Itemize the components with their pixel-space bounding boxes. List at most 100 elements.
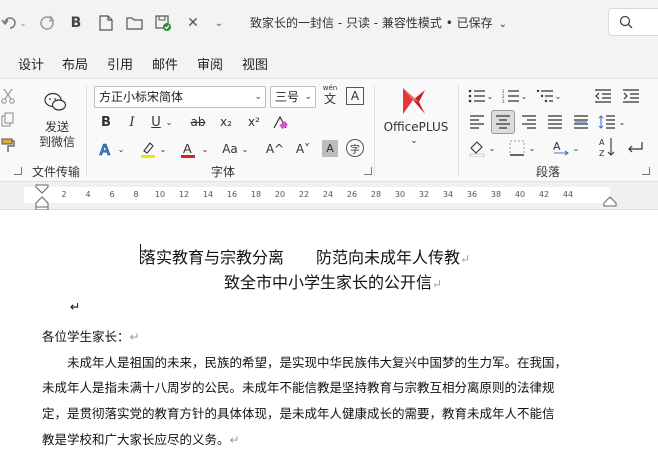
- character-shading-button[interactable]: A: [322, 140, 338, 157]
- tab-layout[interactable]: 布局: [62, 54, 88, 73]
- ruler-tick: 12: [178, 190, 190, 199]
- ruler-tick: 10: [154, 190, 166, 199]
- numbering-dropdown-icon[interactable]: ⌄: [520, 87, 528, 105]
- body-line: 未成年人是指未满十八周岁的公民。未成年不能信教是坚持教育与宗教互相分离原则的法律…: [42, 380, 555, 395]
- chinese-layout-icon[interactable]: A: [550, 137, 572, 159]
- new-document-icon[interactable]: [96, 12, 116, 34]
- font-size-combo[interactable]: 三号 ⌄: [270, 86, 316, 108]
- tab-design[interactable]: 设计: [18, 54, 44, 73]
- highlight-color-icon[interactable]: [138, 139, 158, 159]
- font-color-dropdown-icon[interactable]: ⌄: [200, 139, 210, 159]
- multilevel-list-icon[interactable]: [534, 87, 556, 105]
- bullets-icon[interactable]: [466, 87, 488, 105]
- align-center-icon[interactable]: [491, 110, 515, 134]
- text-effects-icon[interactable]: A: [96, 139, 116, 159]
- text-effects-dropdown-icon[interactable]: ⌄: [116, 139, 126, 159]
- align-right-icon[interactable]: [518, 111, 540, 133]
- ruler-tick: 40: [514, 190, 526, 199]
- customize-toolbar-icon[interactable]: ⌄: [210, 12, 228, 34]
- ruler-tick: 34: [442, 190, 454, 199]
- italic-button[interactable]: I: [124, 113, 140, 131]
- subscript-button[interactable]: x₂: [216, 113, 236, 131]
- shading-icon[interactable]: [466, 137, 488, 159]
- strikethrough-button[interactable]: ab: [188, 113, 208, 131]
- shrink-font-button[interactable]: A˅: [294, 139, 312, 159]
- highlight-dropdown-icon[interactable]: ⌄: [158, 139, 168, 159]
- undo-icon[interactable]: [0, 12, 20, 34]
- grow-font-button[interactable]: A^: [266, 139, 284, 159]
- clear-formatting-icon[interactable]: [270, 113, 290, 133]
- document-page[interactable]: 落实教育与宗教分离 防范向未成年人传教↵ 致全市中小学生家长的公开信↵ ↵ 各位…: [0, 211, 658, 451]
- ruler-tick: 4: [85, 190, 91, 199]
- svg-text:3: 3: [502, 99, 505, 103]
- close-x-icon[interactable]: ✕: [184, 12, 202, 34]
- tab-mailings[interactable]: 邮件: [152, 54, 178, 73]
- send-to-wechat-button[interactable]: 发送 到微信: [32, 119, 82, 151]
- decrease-indent-icon[interactable]: [592, 87, 614, 105]
- align-left-icon[interactable]: [466, 111, 488, 133]
- chinese-layout-dropdown-icon[interactable]: ⌄: [572, 137, 580, 159]
- wechat-icon[interactable]: [44, 91, 68, 113]
- paragraph-launcher-icon[interactable]: [642, 167, 650, 175]
- multilevel-dropdown-icon[interactable]: ⌄: [554, 87, 562, 105]
- paragraph-group-label: 段落: [536, 165, 561, 179]
- line-spacing-icon[interactable]: [596, 111, 618, 133]
- font-color-icon[interactable]: A: [178, 139, 198, 159]
- svg-text:Z: Z: [599, 149, 605, 158]
- superscript-button[interactable]: x²: [244, 113, 264, 131]
- open-folder-icon[interactable]: [124, 12, 146, 34]
- menu-bar: 设计 布局 引用 邮件 审阅 视图: [0, 46, 658, 78]
- title-bar: ⌄ B ✕ ⌄ 致家长的一封信 - 只读 - 兼容性模式 • 已保存 ⌄: [0, 0, 658, 46]
- first-line-indent-marker-icon[interactable]: [34, 184, 50, 210]
- numbering-icon[interactable]: 123: [500, 87, 522, 105]
- save-synced-icon[interactable]: [152, 12, 174, 34]
- sort-icon[interactable]: AZ: [596, 135, 618, 159]
- redo-icon[interactable]: [36, 12, 58, 34]
- officeplus-logo-icon[interactable]: [398, 85, 428, 117]
- enclose-characters-button[interactable]: 字: [346, 139, 364, 157]
- font-name-combo[interactable]: 方正小标宋简体 ⌄: [94, 86, 266, 108]
- cut-icon[interactable]: [0, 87, 16, 105]
- underline-button[interactable]: U: [148, 113, 164, 131]
- bold-quick-button[interactable]: B: [66, 12, 86, 34]
- ruler-tick: 18: [250, 190, 262, 199]
- underline-dropdown-icon[interactable]: ⌄: [164, 113, 174, 131]
- bullets-dropdown-icon[interactable]: ⌄: [486, 87, 494, 105]
- officeplus-dropdown-icon[interactable]: ⌄: [408, 135, 420, 147]
- font-launcher-icon[interactable]: [364, 167, 372, 175]
- officeplus-button[interactable]: OfficePLUS: [380, 119, 452, 135]
- change-case-button[interactable]: Aa: [218, 139, 242, 159]
- justify-icon[interactable]: [544, 111, 566, 133]
- undo-dropdown-icon[interactable]: ⌄: [18, 12, 28, 34]
- clipboard-launcher-icon[interactable]: [14, 167, 22, 175]
- shading-dropdown-icon[interactable]: ⌄: [488, 137, 496, 159]
- right-indent-marker-icon[interactable]: [602, 196, 618, 208]
- document-title[interactable]: 致家长的一封信 - 只读 - 兼容性模式 • 已保存 ⌄: [250, 14, 507, 31]
- pinyin-guide-button[interactable]: wén 文: [320, 83, 340, 107]
- ruler-tick: 32: [418, 190, 430, 199]
- character-border-button[interactable]: A: [346, 87, 364, 105]
- horizontal-ruler[interactable]: 2 4 6 8 10 12 14 16 18 20 22 24 26 28 30…: [24, 187, 610, 203]
- ruler-tick: 42: [538, 190, 550, 199]
- ruler-tick: 26: [346, 190, 358, 199]
- body-line: 未成年人是祖国的未来，民族的希望，是实现中华民族伟大复兴中国梦的生力军。在我国，: [42, 355, 568, 370]
- tab-view[interactable]: 视图: [242, 54, 268, 73]
- tab-references[interactable]: 引用: [107, 54, 133, 73]
- group-separator: [86, 85, 87, 177]
- search-input[interactable]: [608, 8, 658, 36]
- tab-review[interactable]: 审阅: [197, 54, 223, 73]
- ruler-tick: 14: [202, 190, 214, 199]
- change-case-dropdown-icon[interactable]: ⌄: [240, 139, 250, 159]
- format-painter-icon[interactable]: [0, 137, 18, 155]
- distributed-icon[interactable]: [570, 111, 592, 133]
- borders-dropdown-icon[interactable]: ⌄: [528, 137, 536, 159]
- copy-icon[interactable]: [0, 111, 16, 129]
- chevron-down-icon: ⌄: [304, 92, 312, 102]
- borders-icon[interactable]: [506, 137, 528, 159]
- increase-indent-icon[interactable]: [620, 87, 642, 105]
- ruler-tick: 36: [466, 190, 478, 199]
- line-spacing-dropdown-icon[interactable]: ⌄: [618, 111, 626, 133]
- show-marks-icon[interactable]: [624, 137, 646, 159]
- bold-button[interactable]: B: [98, 113, 114, 131]
- ruler-tick: 30: [394, 190, 406, 199]
